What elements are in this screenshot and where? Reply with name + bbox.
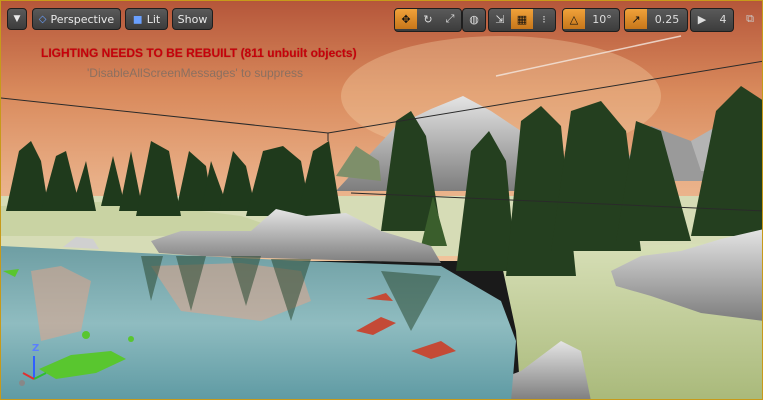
chevron-down-icon: ▼ (13, 14, 21, 24)
lighting-rebuild-error: LIGHTING NEEDS TO BE REBUILT (811 unbuil… (41, 46, 357, 60)
rotation-snap-group: △ 10° (562, 8, 620, 32)
cube-icon: ◼ (132, 12, 143, 26)
translate-icon[interactable]: ✥ (395, 9, 417, 29)
view-mode-label: Perspective (50, 12, 115, 26)
scene-render[interactable] (1, 1, 763, 400)
camera-speed-group: ▶ 4 (690, 8, 734, 32)
camera-icon[interactable]: ▶ (691, 9, 713, 29)
maximize-icon[interactable]: ⧉ (742, 8, 758, 30)
viewport-options-button[interactable]: ▼ (7, 8, 27, 30)
rotate-icon[interactable]: ↻ (417, 9, 439, 29)
grid-snap-group: ⇲ ▦ ⁝ (488, 8, 556, 32)
angle-icon[interactable]: △ (563, 9, 585, 29)
show-label: Show (177, 12, 208, 26)
camera-speed-value[interactable]: 4 (713, 9, 733, 29)
grid-icon[interactable]: ▦ (511, 9, 533, 29)
lighting-mode-label: Lit (146, 12, 161, 26)
view-mode-button[interactable]: ◇ Perspective (32, 8, 121, 30)
suppress-hint: 'DisableAllScreenMessages' to suppress (87, 66, 304, 80)
surface-snap-icon[interactable]: ⇲ (489, 9, 511, 29)
level-viewport[interactable]: ▼ ◇ Perspective ◼ Lit Show ✥ ↻ ⤢ ◍ ⇲ ▦ ⁝… (0, 0, 763, 400)
show-button[interactable]: Show (172, 8, 213, 30)
scale-icon[interactable]: ⤢ (439, 9, 461, 29)
perspective-icon: ◇ (38, 13, 47, 25)
globe-icon[interactable]: ◍ (463, 9, 485, 29)
axis-z-label: Z (32, 343, 40, 354)
lighting-mode-button[interactable]: ◼ Lit (125, 8, 168, 30)
transform-mode-group: ✥ ↻ ⤢ (394, 8, 462, 32)
scale-arrow-icon[interactable]: ↗ (625, 9, 647, 29)
coordinate-system-group: ◍ (462, 8, 486, 32)
rotation-snap-value[interactable]: 10° (585, 9, 619, 29)
grid-size-icon[interactable]: ⁝ (533, 9, 555, 29)
scale-snap-value[interactable]: 0.25 (647, 9, 687, 29)
scale-snap-group: ↗ 0.25 (624, 8, 688, 32)
